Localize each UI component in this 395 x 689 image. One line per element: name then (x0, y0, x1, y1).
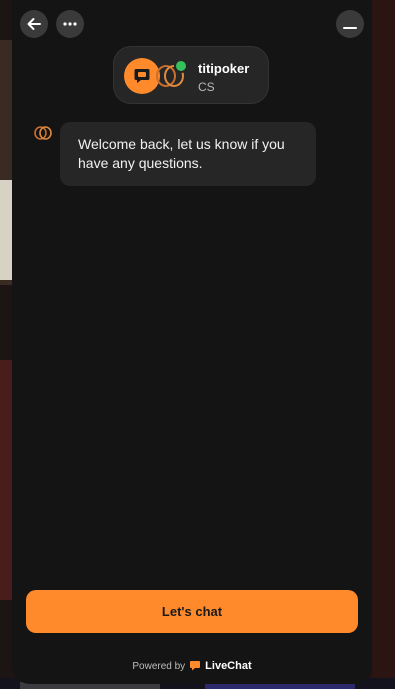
minimize-button[interactable] (336, 10, 364, 38)
ellipsis-icon (63, 22, 77, 26)
chat-widget: titipoker CS Welcome back, let us know i… (12, 0, 372, 684)
agent-card: titipoker CS (113, 46, 269, 104)
agent-name: titipoker (198, 61, 250, 76)
minimize-icon (343, 27, 357, 29)
online-status-dot (174, 59, 188, 73)
brand-rings-logo (34, 126, 52, 140)
arrow-left-icon (27, 18, 41, 30)
message-bubble: Welcome back, let us know if you have an… (60, 122, 316, 186)
more-options-button[interactable] (56, 10, 84, 38)
livechat-icon (190, 661, 201, 671)
powered-by-label: Powered by (132, 660, 186, 672)
chat-bubble-icon (134, 69, 150, 83)
background-page-strip (0, 360, 12, 600)
agent-role: CS (198, 80, 215, 94)
back-button[interactable] (20, 10, 48, 38)
lets-chat-button[interactable]: Let's chat (26, 590, 358, 633)
livechat-brand: LiveChat (205, 660, 252, 672)
powered-by-footer[interactable]: Powered by LiveChat (12, 657, 372, 675)
background-page-strip (372, 0, 395, 689)
background-page-image (0, 180, 12, 280)
